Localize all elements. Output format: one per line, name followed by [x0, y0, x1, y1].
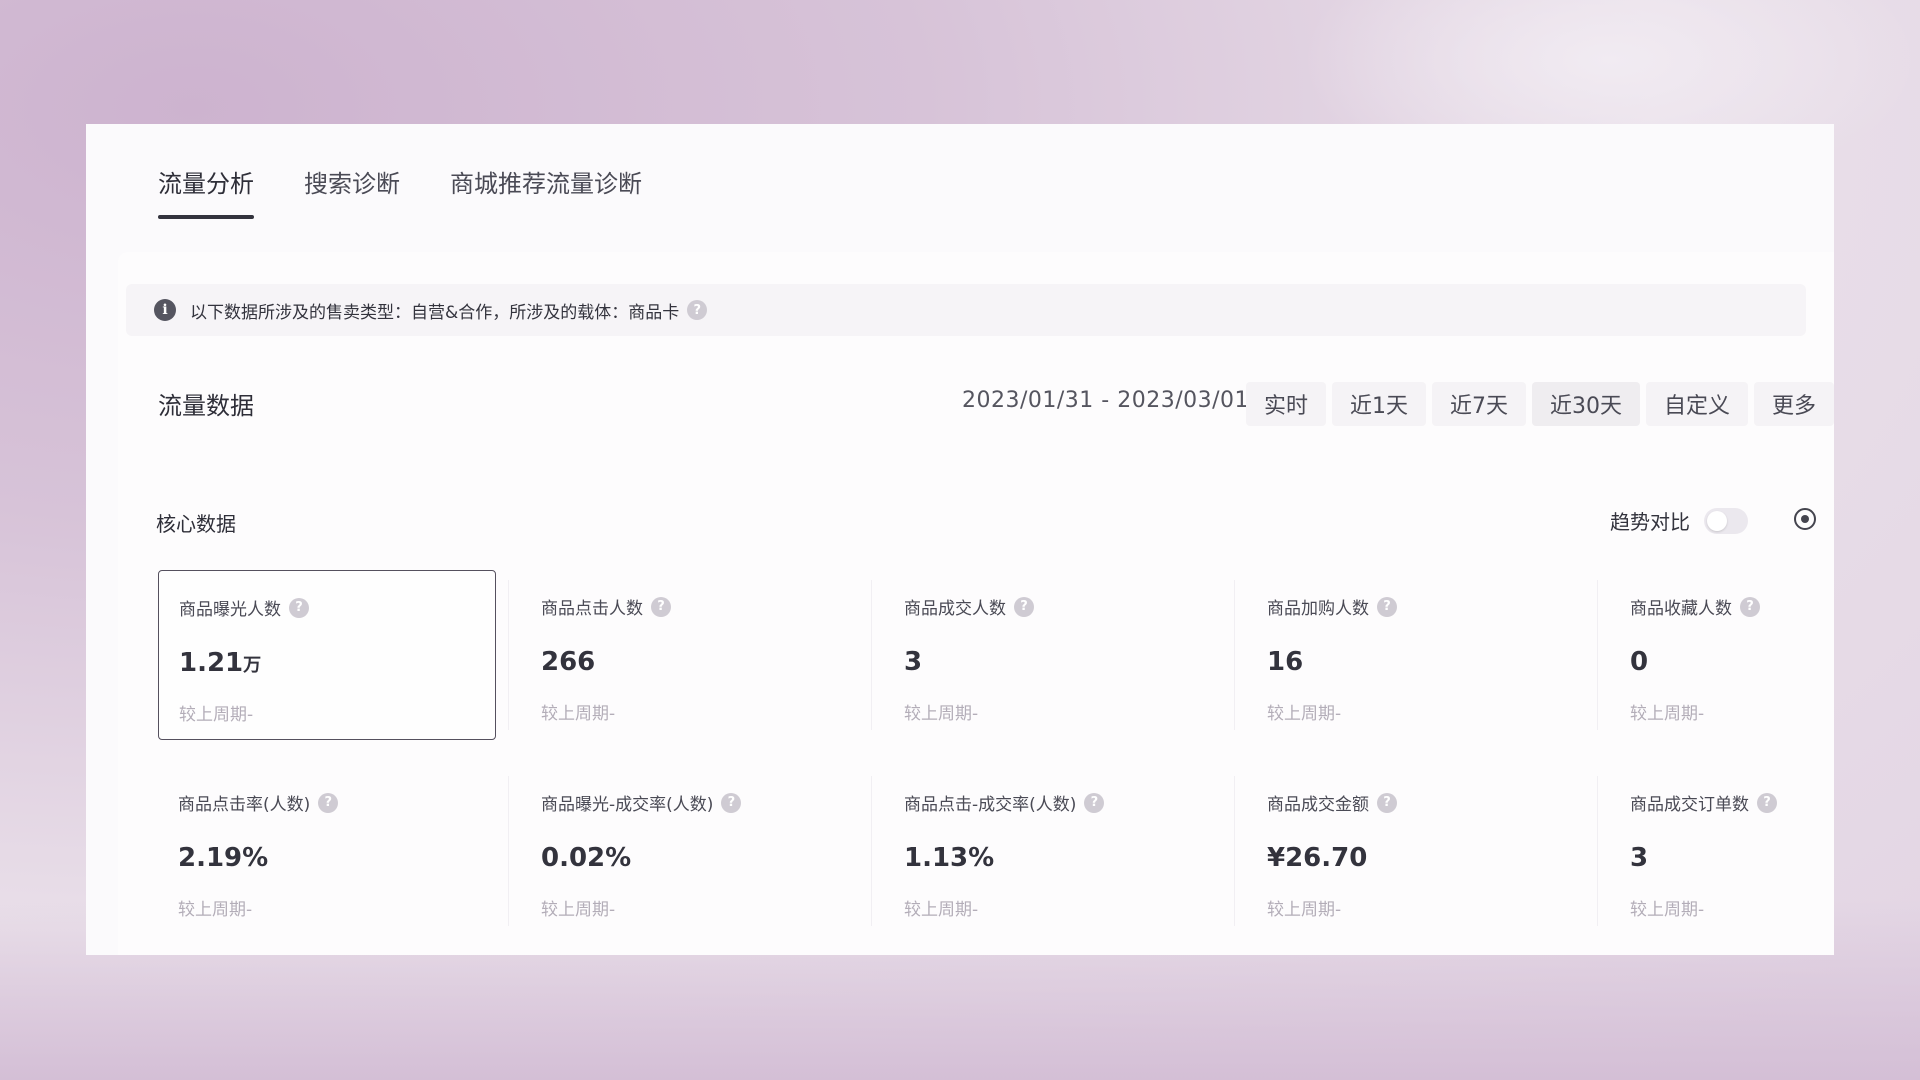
help-icon[interactable]: ? — [1740, 596, 1760, 617]
help-icon[interactable]: ? — [1084, 792, 1105, 813]
divider — [1234, 580, 1235, 730]
metric-label-row: 商品点击率(人数)? — [178, 790, 476, 815]
range-realtime-button[interactable]: 实时 — [1246, 382, 1327, 426]
metric-label-row: 商品点击人数? — [541, 594, 839, 619]
metric-label: 商品曝光-成交率(人数) — [541, 795, 714, 815]
range-button-group: 实时 近1天 近7天 近30天 自定义 更多 — [1246, 382, 1834, 426]
tab-mall-recommend-diagnosis[interactable]: 商城推荐流量诊断 — [450, 164, 642, 219]
metric-compare: 较上周期- — [1267, 704, 1342, 724]
notice-bar: i 以下数据所涉及的售卖类型：自营&合作，所涉及的载体：商品卡 ? — [126, 284, 1806, 336]
trend-compare: 趋势对比 — [1610, 506, 1748, 535]
metric-label: 商品成交金额 — [1267, 795, 1369, 815]
help-icon[interactable]: ? — [721, 792, 742, 813]
tab-search-diagnosis[interactable]: 搜索诊断 — [304, 164, 400, 219]
main-panel: 流量分析 搜索诊断 商城推荐流量诊断 i 以下数据所涉及的售卖类型：自营&合作，… — [86, 124, 1834, 955]
range-30day-button[interactable]: 近30天 — [1531, 382, 1640, 426]
metric-card[interactable]: 商品点击-成交率(人数)? 1.13% 较上周期- — [884, 766, 1222, 936]
metric-card[interactable]: 商品点击率(人数)? 2.19% 较上周期- — [158, 766, 496, 936]
metric-label: 商品成交人数 — [904, 599, 1006, 619]
help-icon[interactable]: ? — [1757, 792, 1777, 813]
metric-compare: 较上周期- — [179, 705, 254, 725]
metric-card[interactable]: 商品成交金额? ¥26.70 较上周期- — [1247, 766, 1585, 936]
target-icon[interactable] — [1794, 508, 1816, 530]
divider — [871, 776, 872, 926]
tab-traffic-analysis[interactable]: 流量分析 — [158, 164, 254, 219]
divider — [1597, 580, 1598, 730]
metric-label: 商品点击人数 — [541, 599, 643, 619]
metric-value: 1.21 — [179, 648, 244, 678]
metric-label-row: 商品曝光人数? — [179, 595, 475, 620]
info-icon: i — [154, 299, 176, 321]
metric-card[interactable]: 商品加购人数? 16 较上周期- — [1247, 570, 1585, 740]
metric-compare: 较上周期- — [904, 900, 979, 920]
range-7day-button[interactable]: 近7天 — [1432, 382, 1526, 426]
metric-label-row: 商品曝光-成交率(人数)? — [541, 790, 839, 815]
metric-label-row: 商品点击-成交率(人数)? — [904, 790, 1202, 815]
metric-label-row: 商品加购人数? — [1267, 594, 1565, 619]
metric-label: 商品点击-成交率(人数) — [904, 795, 1077, 815]
metric-compare: 较上周期- — [1267, 900, 1342, 920]
metric-compare: 较上周期- — [904, 704, 979, 724]
metric-card[interactable]: 商品曝光人数? 1.21万 较上周期- — [158, 570, 496, 740]
metric-value: 0 — [1630, 647, 1649, 677]
metric-label: 商品收藏人数 — [1630, 599, 1732, 619]
metric-compare: 较上周期- — [1630, 704, 1705, 724]
metric-card[interactable]: 商品点击人数? 266 较上周期- — [521, 570, 859, 740]
metric-label-row: 商品成交人数? — [904, 594, 1202, 619]
metric-value-row: 1.21万 — [179, 648, 475, 678]
help-icon[interactable]: ? — [651, 596, 671, 617]
date-range[interactable]: 2023/01/31 - 2023/03/01 — [962, 388, 1249, 413]
help-icon[interactable]: ? — [1014, 596, 1034, 617]
help-icon[interactable]: ? — [1377, 596, 1397, 617]
help-icon[interactable]: ? — [687, 300, 708, 320]
core-data-title: 核心数据 — [156, 512, 236, 536]
trend-compare-label: 趋势对比 — [1610, 510, 1690, 534]
metric-card[interactable]: 商品成交人数? 3 较上周期- — [884, 570, 1222, 740]
metric-label: 商品加购人数 — [1267, 599, 1369, 619]
section-title: 流量数据 — [158, 392, 254, 420]
divider — [508, 776, 509, 926]
metric-value: 0.02% — [541, 843, 632, 873]
range-more-button[interactable]: 更多 — [1753, 382, 1834, 426]
divider — [1597, 776, 1598, 926]
help-icon[interactable]: ? — [1377, 792, 1397, 813]
metric-value: 3 — [904, 647, 923, 677]
metric-label-row: 商品成交订单数? — [1630, 790, 1834, 815]
metric-label: 商品成交订单数 — [1630, 795, 1749, 815]
metric-value: 1.13% — [904, 843, 995, 873]
metric-value: 3 — [1630, 843, 1649, 873]
metric-label: 商品点击率(人数) — [178, 795, 311, 815]
divider — [508, 580, 509, 730]
metric-value: 16 — [1267, 647, 1304, 677]
metric-compare: 较上周期- — [541, 900, 616, 920]
notice-text: 以下数据所涉及的售卖类型：自营&合作，所涉及的载体：商品卡 — [190, 302, 680, 323]
metric-card[interactable]: 商品成交订单数? 3 较上周期- — [1610, 766, 1834, 936]
range-custom-button[interactable]: 自定义 — [1645, 382, 1748, 426]
help-icon[interactable]: ? — [318, 792, 339, 813]
range-1day-button[interactable]: 近1天 — [1332, 382, 1426, 426]
metric-label-row: 商品收藏人数? — [1630, 594, 1834, 619]
metric-label-row: 商品成交金额? — [1267, 790, 1565, 815]
help-icon[interactable]: ? — [289, 597, 309, 618]
metric-compare: 较上周期- — [541, 704, 616, 724]
tab-bar: 流量分析 搜索诊断 商城推荐流量诊断 — [158, 164, 642, 219]
metric-value: 2.19% — [178, 843, 269, 873]
metric-card[interactable]: 商品收藏人数? 0 较上周期- — [1610, 570, 1834, 740]
trend-compare-toggle[interactable] — [1704, 507, 1748, 534]
metric-compare: 较上周期- — [1630, 900, 1705, 920]
metric-unit: 万 — [243, 655, 262, 676]
metric-value: ¥26.70 — [1267, 843, 1368, 873]
metric-compare: 较上周期- — [178, 900, 253, 920]
metric-value: 266 — [541, 647, 596, 677]
divider — [1234, 776, 1235, 926]
metric-card[interactable]: 商品曝光-成交率(人数)? 0.02% 较上周期- — [521, 766, 859, 936]
divider — [871, 580, 872, 730]
metric-label: 商品曝光人数 — [179, 600, 281, 620]
